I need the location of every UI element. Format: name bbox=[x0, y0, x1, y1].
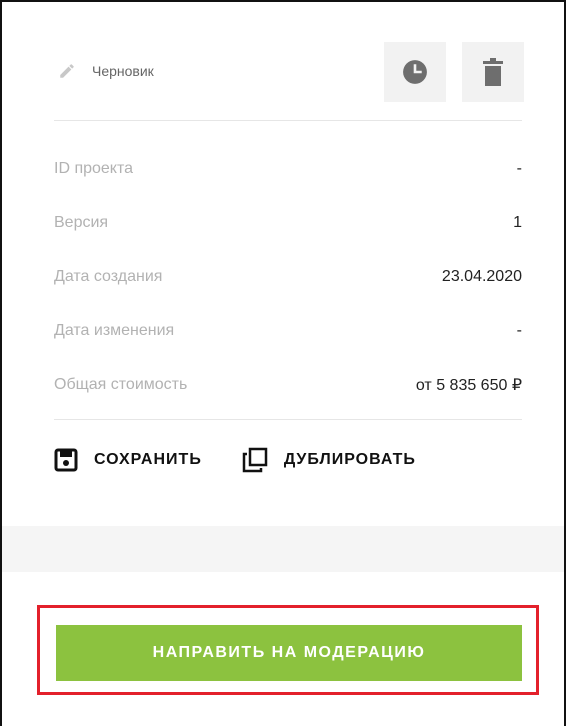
info-label: ID проекта bbox=[54, 160, 134, 177]
info-value: - bbox=[516, 160, 522, 177]
status-indicator: Черновик bbox=[58, 62, 154, 80]
delete-button[interactable] bbox=[462, 42, 524, 102]
status-row: Черновик bbox=[54, 42, 524, 102]
info-row-created-date: Дата создания 23.04.2020 bbox=[54, 250, 522, 304]
trash-icon bbox=[483, 58, 503, 86]
status-label: Черновик bbox=[92, 63, 154, 79]
duplicate-label: ДУБЛИРОВАТЬ bbox=[283, 451, 416, 468]
info-label: Общая стоимость bbox=[54, 376, 188, 393]
save-button[interactable]: СОХРАНИТЬ bbox=[54, 448, 202, 472]
info-label: Дата создания bbox=[54, 268, 163, 285]
info-row-total-cost: Общая стоимость от 5 835 650 ₽ bbox=[54, 358, 522, 412]
send-to-moderation-button[interactable]: НАПРАВИТЬ НА МОДЕРАЦИЮ bbox=[56, 625, 522, 681]
save-label: СОХРАНИТЬ bbox=[94, 451, 202, 468]
project-info-list: ID проекта - Версия 1 Дата создания 23.0… bbox=[54, 142, 522, 412]
actions-row: СОХРАНИТЬ ДУБЛИРОВАТЬ bbox=[54, 447, 456, 473]
info-row-project-id: ID проекта - bbox=[54, 142, 522, 196]
clock-icon bbox=[403, 60, 427, 84]
copy-icon bbox=[242, 447, 268, 473]
info-value: 23.04.2020 bbox=[441, 268, 522, 285]
pencil-icon bbox=[60, 64, 74, 78]
divider bbox=[54, 419, 522, 420]
duplicate-button[interactable]: ДУБЛИРОВАТЬ bbox=[242, 447, 416, 473]
info-value: - bbox=[516, 322, 522, 339]
project-card: Черновик ID проекта - Версия 1 Дата созд… bbox=[0, 0, 566, 726]
divider bbox=[54, 120, 522, 121]
info-value: 1 bbox=[513, 214, 522, 231]
floppy-disk-icon bbox=[54, 448, 78, 472]
info-label: Версия bbox=[54, 214, 109, 231]
info-label: Дата изменения bbox=[54, 322, 175, 339]
info-row-modified-date: Дата изменения - bbox=[54, 304, 522, 358]
info-value: от 5 835 650 ₽ bbox=[415, 377, 522, 394]
history-button[interactable] bbox=[384, 42, 446, 102]
info-row-version: Версия 1 bbox=[54, 196, 522, 250]
section-separator bbox=[2, 526, 564, 572]
